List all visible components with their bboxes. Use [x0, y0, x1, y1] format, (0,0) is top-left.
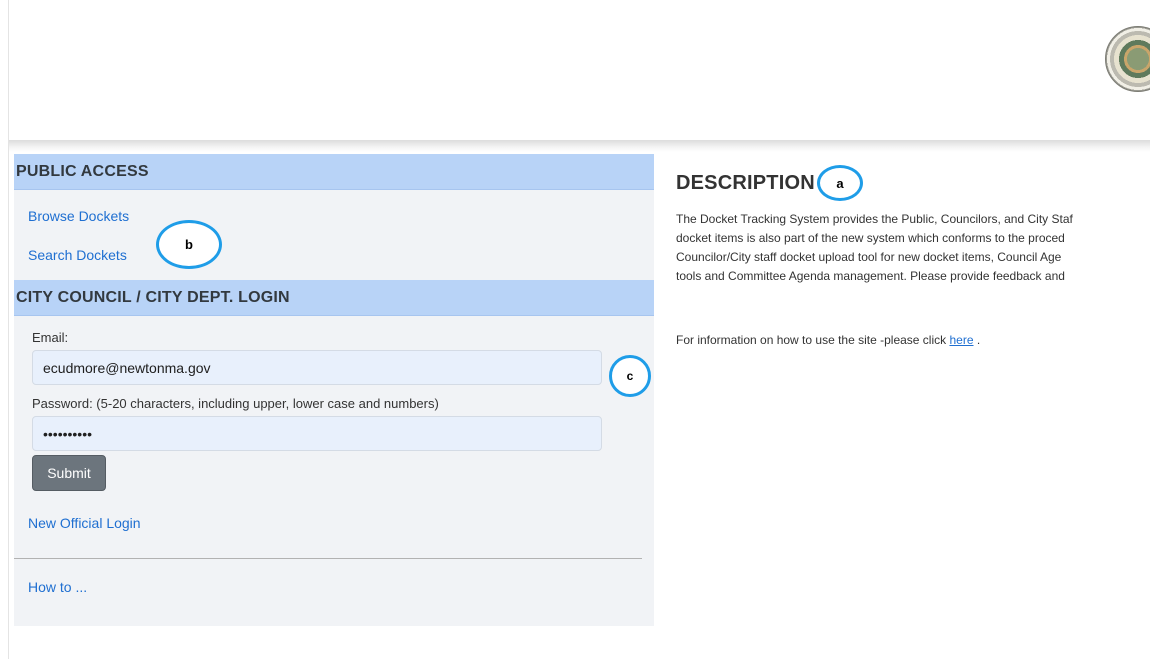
- callout-a: a: [817, 165, 863, 201]
- header-shadow: [9, 140, 1150, 152]
- description-line: docket items is also part of the new sys…: [676, 231, 1065, 245]
- info-suffix: .: [976, 333, 981, 347]
- council-login-header: CITY COUNCIL / CITY DEPT. LOGIN: [14, 280, 654, 316]
- callout-c-label: c: [626, 369, 634, 383]
- info-line: For information on how to use the site -…: [676, 333, 980, 347]
- description-line: The Docket Tracking System provides the …: [676, 212, 1073, 226]
- callout-a-label: a: [836, 175, 844, 191]
- new-official-login-link[interactable]: New Official Login: [28, 515, 141, 531]
- login-form: Email: Password: (5-20 characters, inclu…: [32, 330, 602, 491]
- how-to-link[interactable]: How to ...: [28, 579, 87, 595]
- submit-button[interactable]: Submit: [32, 455, 106, 491]
- council-login-title: CITY COUNCIL / CITY DEPT. LOGIN: [16, 289, 290, 306]
- left-sidebar: PUBLIC ACCESS Browse Dockets Search Dock…: [14, 154, 654, 626]
- description-line: tools and Committee Agenda management. P…: [676, 269, 1065, 283]
- site-header: [9, 0, 1150, 142]
- description-panel: DESCRIPTION The Docket Tracking System p…: [676, 162, 1150, 659]
- email-field[interactable]: [32, 350, 602, 385]
- callout-b: b: [156, 220, 222, 269]
- description-title: DESCRIPTION: [676, 172, 815, 194]
- public-access-header: PUBLIC ACCESS: [14, 154, 654, 190]
- browse-dockets-link[interactable]: Browse Dockets: [28, 208, 129, 224]
- public-access-title: PUBLIC ACCESS: [16, 163, 149, 180]
- description-text: The Docket Tracking System provides the …: [676, 210, 1150, 286]
- password-label: Password: (5-20 characters, including up…: [32, 396, 439, 411]
- callout-c: c: [609, 355, 651, 397]
- description-line: Councilor/City staff docket upload tool …: [676, 250, 1062, 264]
- info-prefix: For information on how to use the site -…: [676, 333, 950, 347]
- sidebar-divider: [14, 558, 642, 559]
- email-label: Email:: [32, 330, 69, 345]
- search-dockets-link[interactable]: Search Dockets: [28, 247, 127, 263]
- here-link[interactable]: here: [949, 333, 973, 347]
- password-field[interactable]: [32, 416, 602, 451]
- callout-b-label: b: [185, 237, 193, 252]
